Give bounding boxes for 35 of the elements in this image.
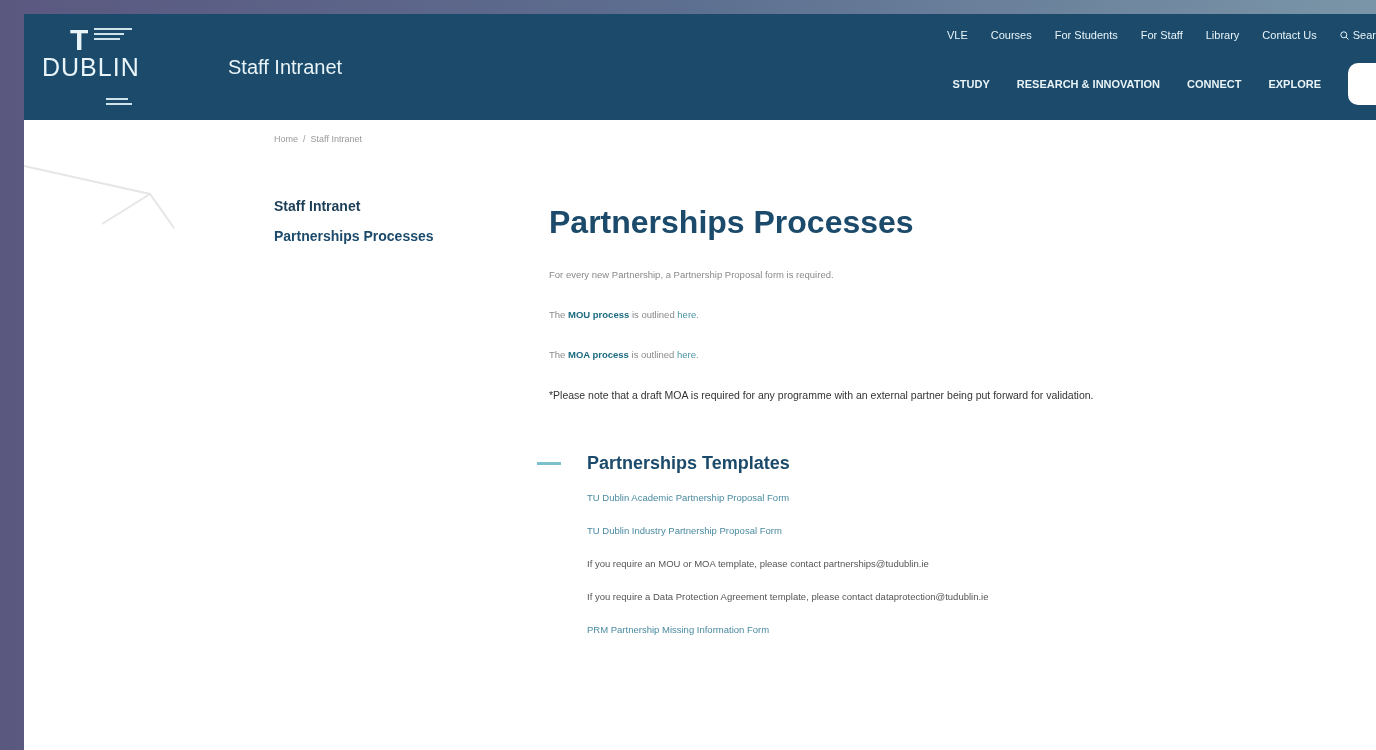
paragraph: The MOA process is outlined here. xyxy=(549,348,700,362)
main-nav-link[interactable]: CONNECT xyxy=(1187,78,1242,90)
search-icon xyxy=(1339,30,1349,40)
paragraph: The MOU process is outlined here. xyxy=(549,308,700,322)
partial-button[interactable] xyxy=(1348,63,1376,105)
paragraph: *Please note that a draft MOA is required for any programme with an external partner being put forward for validation. xyxy=(549,388,1095,403)
sidebar-item[interactable]: Staff Intranet xyxy=(274,198,549,214)
utility-nav-link[interactable]: VLE xyxy=(946,29,968,41)
process-link[interactable]: MOU process xyxy=(568,309,630,320)
utility-nav-link[interactable]: Contact Us xyxy=(1262,29,1317,41)
page-title: Partnerships Processes xyxy=(549,204,915,241)
utility-nav-link[interactable]: For Staff xyxy=(1140,29,1183,41)
site-title: Staff Intranet xyxy=(228,55,343,79)
form-link[interactable]: PRM Partnership Missing Information Form xyxy=(587,624,1199,635)
main-nav-link[interactable]: RESEARCH & INNOVATION xyxy=(1016,78,1161,90)
here-link[interactable]: here xyxy=(676,349,696,360)
utility-nav-link[interactable]: Library xyxy=(1205,29,1240,41)
form-link[interactable]: TU Dublin Academic Partnership Proposal Form xyxy=(587,492,1199,503)
main-nav-link[interactable]: STUDY xyxy=(952,78,990,90)
search-button[interactable]: Sear xyxy=(1339,29,1376,41)
main-nav-link[interactable]: EXPLORE xyxy=(1268,78,1321,90)
contact-text: If you require an MOU or MOA template, please contact partnerships@tudublin.ie xyxy=(587,558,930,569)
logo-wordmark: DUBLIN xyxy=(42,54,140,80)
accordion-header[interactable]: Partnerships Templates xyxy=(537,453,790,474)
logo-small-print-drawing xyxy=(94,28,134,42)
logo-letter: T xyxy=(70,26,89,54)
form-link[interactable]: TU Dublin Industry Partnership Proposal Form xyxy=(587,525,1199,536)
process-link[interactable]: MOA process xyxy=(568,349,629,360)
contact-text: If you require a Data Protection Agreement template, please contact dataprotection@tudublin.ie xyxy=(587,591,990,602)
utility-nav-link[interactable]: Courses xyxy=(990,29,1032,41)
paragraph: For every new Partnership, a Partnership Proposal form is required. xyxy=(549,268,835,282)
sidebar-item[interactable]: Partnerships Processes xyxy=(274,228,549,244)
breadcrumb-separator: / xyxy=(303,134,306,144)
utility-nav-link[interactable]: For Students xyxy=(1054,29,1118,41)
collapse-dash-icon xyxy=(537,462,561,465)
